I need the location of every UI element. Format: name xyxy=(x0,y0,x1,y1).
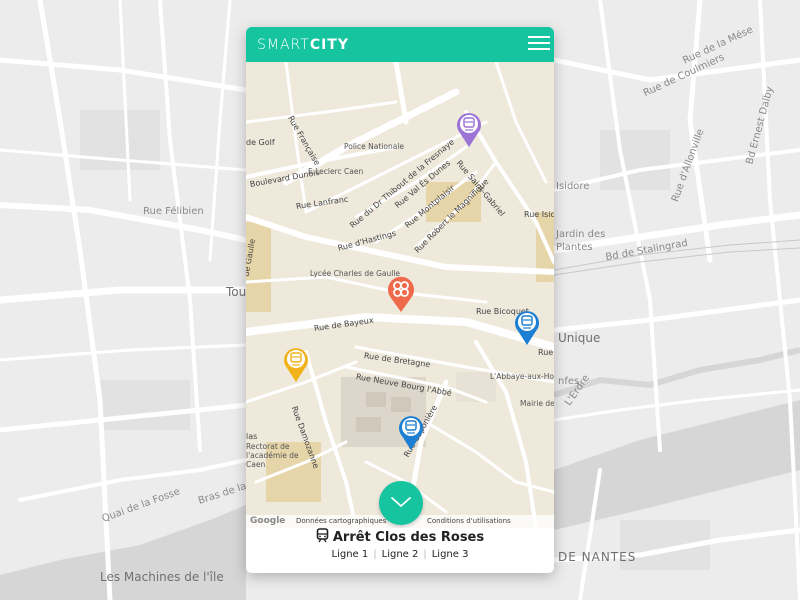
line-separator: | xyxy=(373,549,377,560)
bg-label-jardin-des: Jardin des xyxy=(556,229,606,240)
poi-label: Mairie de Caen xyxy=(520,399,554,408)
map-data-link[interactable]: Données cartographiques xyxy=(296,517,386,525)
tram-icon xyxy=(284,348,308,382)
poi-label: L'Abbaye-aux-Homm xyxy=(490,372,554,381)
map-pin-tram-yellow[interactable] xyxy=(281,344,311,384)
clover-icon xyxy=(388,276,414,312)
map-pin-tram-blue-east[interactable] xyxy=(512,307,542,347)
menu-bar-icon xyxy=(528,48,550,50)
menu-bar-icon xyxy=(528,36,550,38)
tram-icon xyxy=(515,311,539,345)
bg-label-isidore: Isidore xyxy=(556,181,590,192)
phone-app-window: SMARTCITY Boulevard Dunois Rue Lanfranc … xyxy=(246,27,554,573)
bg-label-plantes: Plantes xyxy=(556,242,593,253)
poi-label: Rectorat de l'académie de Caen xyxy=(246,442,299,469)
tram-icon xyxy=(457,113,481,147)
app-logo: SMARTCITY xyxy=(257,37,349,53)
tram-icon xyxy=(399,416,423,450)
expand-panel-button[interactable] xyxy=(379,481,423,525)
line-separator: | xyxy=(423,549,427,560)
google-logo: Google xyxy=(250,516,286,526)
map-pin-selected-location[interactable] xyxy=(386,274,416,314)
bg-label-tou: Tou xyxy=(226,285,247,299)
poi-label: Police Nationale xyxy=(344,142,404,151)
line-2-link[interactable]: Ligne 2 xyxy=(382,549,419,560)
map-pin-tram-purple[interactable] xyxy=(454,109,484,149)
brand-bold-text: CITY xyxy=(309,37,349,53)
street-label: Rue Guill xyxy=(538,348,554,357)
terms-of-use-link[interactable]: Conditions d'utilisations xyxy=(427,517,511,525)
bg-label-machines-de-l-ile: Les Machines de l'île xyxy=(100,570,224,584)
map-view[interactable]: Boulevard Dunois Rue Lanfranc Rue du Dr … xyxy=(246,62,554,528)
hamburger-menu-button[interactable] xyxy=(528,32,550,56)
bg-label-unique: Unique xyxy=(558,331,601,345)
chevron-down-icon xyxy=(391,497,411,507)
menu-bar-icon xyxy=(528,42,550,44)
brand-light-text: SMART xyxy=(257,37,310,53)
tram-icon xyxy=(316,528,329,543)
line-1-link[interactable]: Ligne 1 xyxy=(332,549,369,560)
stop-info-panel: Arrêt Clos des Roses Ligne 1 | Ligne 2 | Lig… xyxy=(246,528,554,573)
street-label: Rue Isido xyxy=(524,210,554,219)
map-pin-tram-blue-south[interactable] xyxy=(396,412,426,452)
stop-title-row: Arrêt Clos des Roses xyxy=(246,528,554,545)
street-label: las xyxy=(246,432,258,441)
poi-label: E.Leclerc Caen xyxy=(308,167,364,176)
bg-label-nfes: nfes xyxy=(558,376,580,387)
bg-label-rue-felibien: Rue Félibien xyxy=(143,206,204,217)
line-3-link[interactable]: Ligne 3 xyxy=(432,549,469,560)
transit-lines: Ligne 1 | Ligne 2 | Ligne 3 xyxy=(246,549,554,560)
stop-name: Arrêt Clos des Roses xyxy=(332,530,485,545)
app-header: SMARTCITY xyxy=(246,27,554,62)
bg-label-de-nantes: DE NANTES xyxy=(558,550,637,564)
street-label: de Golf xyxy=(246,138,275,147)
